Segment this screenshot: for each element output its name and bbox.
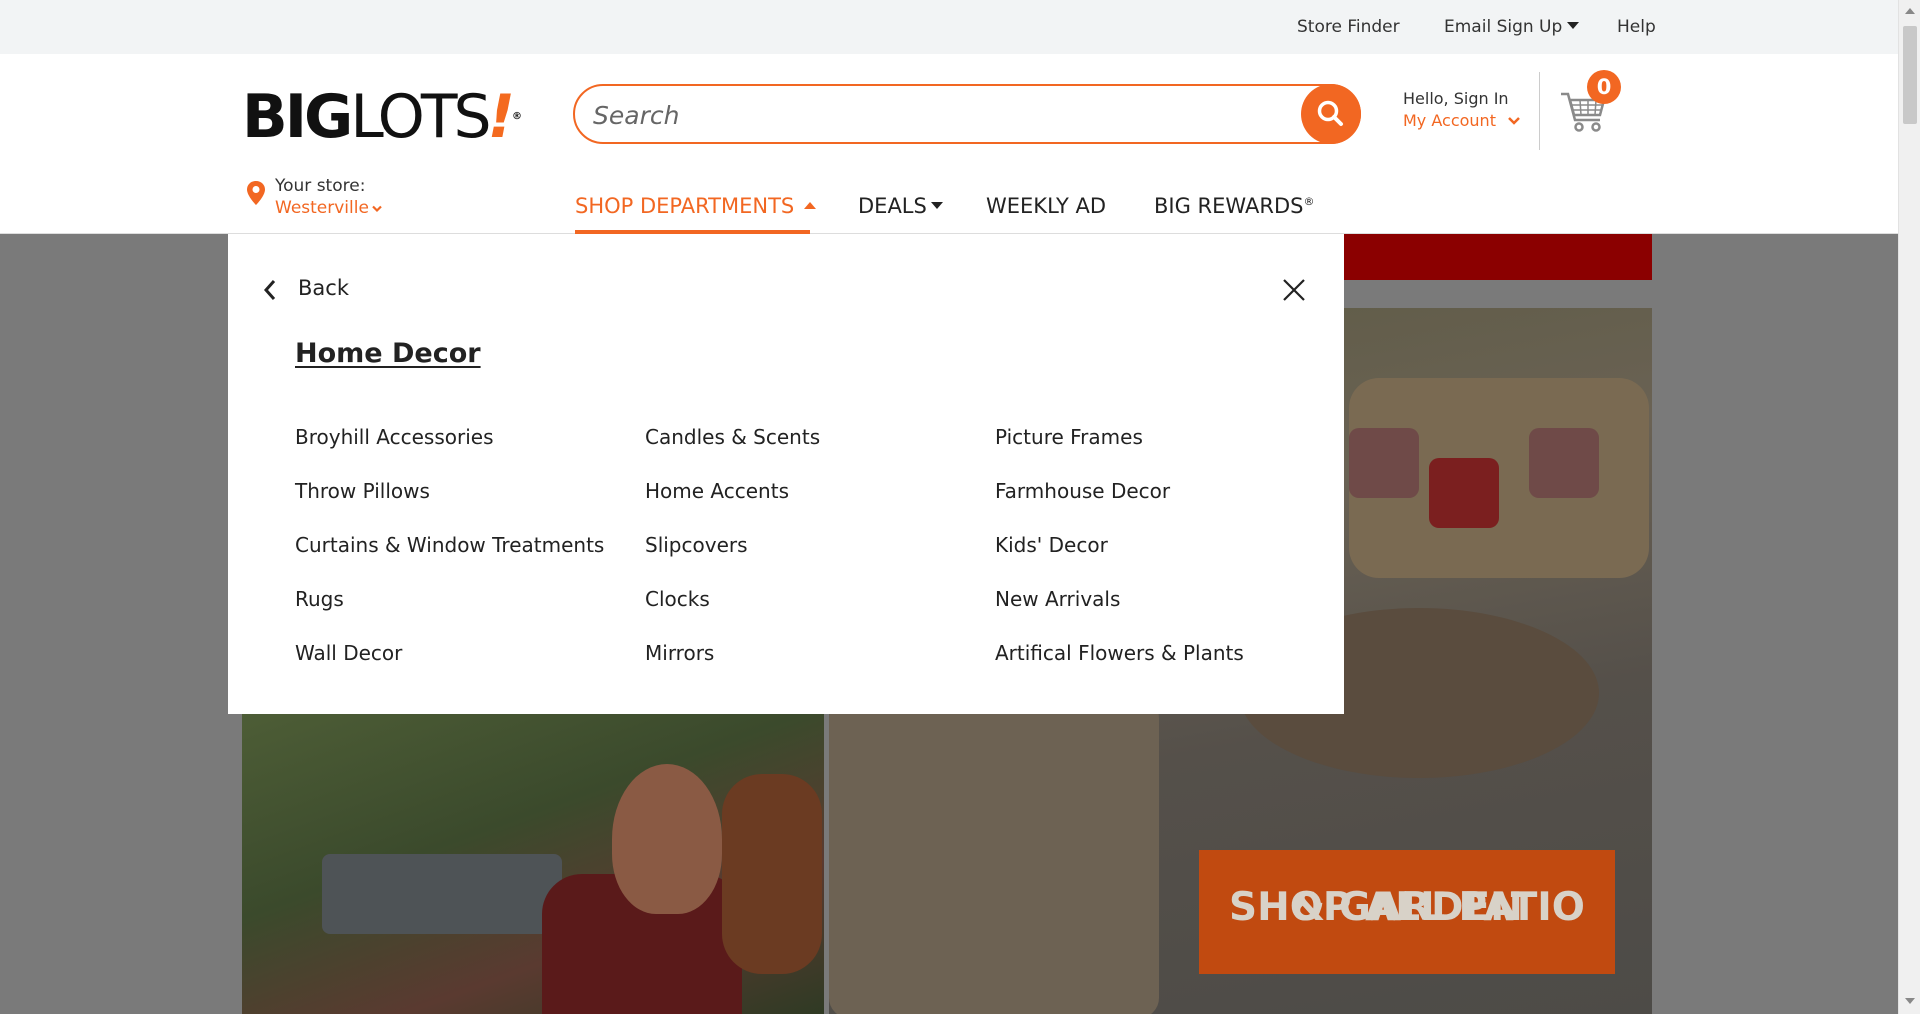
menu-item[interactable]: Curtains & Window Treatments bbox=[295, 532, 604, 586]
header-divider bbox=[1539, 72, 1540, 150]
caret-down-icon bbox=[930, 202, 943, 209]
my-account-link: My Account bbox=[1403, 111, 1521, 130]
boy-face-shape bbox=[612, 764, 722, 914]
menu-item[interactable]: Farmhouse Decor bbox=[995, 478, 1244, 532]
planter-shape bbox=[322, 854, 562, 934]
menu-item[interactable]: Home Accents bbox=[645, 478, 820, 532]
search-icon bbox=[1317, 100, 1343, 126]
menu-item[interactable]: Picture Frames bbox=[995, 424, 1244, 478]
caret-up-icon bbox=[804, 202, 817, 209]
biglots-logo[interactable]: BIGLOTS!® bbox=[242, 86, 522, 148]
nav-deals-label: DEALS bbox=[858, 194, 927, 218]
search-button[interactable] bbox=[1301, 84, 1361, 144]
email-signup-label: Email Sign Up bbox=[1444, 17, 1563, 37]
menu-column: Candles & Scents Home Accents Slipcovers… bbox=[645, 424, 820, 694]
page-scrollbar[interactable] bbox=[1898, 0, 1920, 1014]
nav-big-rewards-label: BIG REWARDS bbox=[1154, 194, 1304, 218]
chevron-left-icon bbox=[263, 280, 276, 300]
menu-item[interactable]: Slipcovers bbox=[645, 532, 820, 586]
chair-shape bbox=[829, 698, 1159, 1014]
help-link[interactable]: Help bbox=[1617, 17, 1656, 37]
store-name: Westerville bbox=[275, 198, 383, 218]
scroll-down-arrow-icon[interactable] bbox=[1905, 998, 1915, 1004]
hello-sign-in: Hello, Sign In bbox=[1403, 89, 1509, 108]
nav-deals[interactable]: DEALS bbox=[858, 194, 943, 218]
chevron-down-icon bbox=[1508, 117, 1520, 125]
search-input[interactable] bbox=[593, 98, 1283, 132]
promo-image-left[interactable] bbox=[242, 714, 824, 1014]
menu-item[interactable]: Broyhill Accessories bbox=[295, 424, 604, 478]
mega-menu: Back Home Decor Broyhill Accessories Thr… bbox=[228, 234, 1344, 714]
close-icon bbox=[1283, 279, 1305, 301]
nav-shop-departments-label: SHOP DEPARTMENTS bbox=[575, 194, 795, 218]
menu-item[interactable]: Clocks bbox=[645, 586, 820, 640]
menu-item[interactable]: Mirrors bbox=[645, 640, 820, 694]
cart-count-badge: 0 bbox=[1587, 70, 1621, 104]
menu-item[interactable]: Rugs bbox=[295, 586, 604, 640]
store-finder-link[interactable]: Store Finder bbox=[1297, 17, 1400, 37]
pillow-shape bbox=[1429, 458, 1499, 528]
store-label: Your store: bbox=[275, 176, 366, 196]
search-bar bbox=[573, 84, 1361, 144]
utility-bar: Store Finder Email Sign Up Help bbox=[0, 0, 1898, 54]
menu-column: Picture Frames Farmhouse Decor Kids' Dec… bbox=[995, 424, 1244, 694]
cta-line-2: & GARDEN bbox=[1291, 885, 1523, 930]
nav-big-rewards[interactable]: BIG REWARDS® bbox=[1154, 194, 1314, 218]
menu-column: Broyhill Accessories Throw Pillows Curta… bbox=[295, 424, 604, 694]
account-menu[interactable]: Hello, Sign In My Account bbox=[1403, 89, 1521, 130]
shop-patio-garden-button[interactable]: SHOP ALL PATIO & GARDEN bbox=[1199, 850, 1615, 974]
email-signup-link[interactable]: Email Sign Up bbox=[1444, 17, 1580, 37]
back-label: Back bbox=[298, 276, 349, 300]
menu-item[interactable]: Kids' Decor bbox=[995, 532, 1244, 586]
promo-banner bbox=[1344, 234, 1652, 280]
pillow-shape bbox=[1529, 428, 1599, 498]
dog-shape bbox=[722, 774, 822, 974]
scroll-up-arrow-icon[interactable] bbox=[1905, 8, 1915, 14]
logo-big: BIG bbox=[242, 82, 353, 152]
menu-item[interactable]: Candles & Scents bbox=[645, 424, 820, 478]
scroll-thumb[interactable] bbox=[1903, 26, 1917, 124]
close-button[interactable] bbox=[1282, 278, 1306, 302]
logo-registered: ® bbox=[511, 111, 522, 122]
chevron-down-icon bbox=[372, 205, 382, 213]
menu-item[interactable]: Artifical Flowers & Plants bbox=[995, 640, 1244, 694]
caret-down-icon bbox=[1567, 22, 1580, 29]
menu-item[interactable]: Wall Decor bbox=[295, 640, 604, 694]
mega-menu-title[interactable]: Home Decor bbox=[295, 338, 481, 369]
menu-item[interactable]: Throw Pillows bbox=[295, 478, 604, 532]
pillow-shape bbox=[1349, 428, 1419, 498]
registered-mark: ® bbox=[1303, 195, 1315, 208]
logo-bang: ! bbox=[487, 82, 515, 152]
logo-lots: LOTS bbox=[350, 82, 491, 152]
location-pin-icon bbox=[247, 181, 265, 205]
store-name-label: Westerville bbox=[275, 198, 369, 218]
site-header: BIGLOTS!® Hello, Sign In My Account bbox=[0, 54, 1898, 234]
menu-item[interactable]: New Arrivals bbox=[995, 586, 1244, 640]
my-account-label: My Account bbox=[1403, 111, 1496, 130]
nav-shop-departments[interactable]: SHOP DEPARTMENTS bbox=[575, 194, 817, 218]
nav-weekly-ad[interactable]: WEEKLY AD bbox=[986, 194, 1106, 218]
